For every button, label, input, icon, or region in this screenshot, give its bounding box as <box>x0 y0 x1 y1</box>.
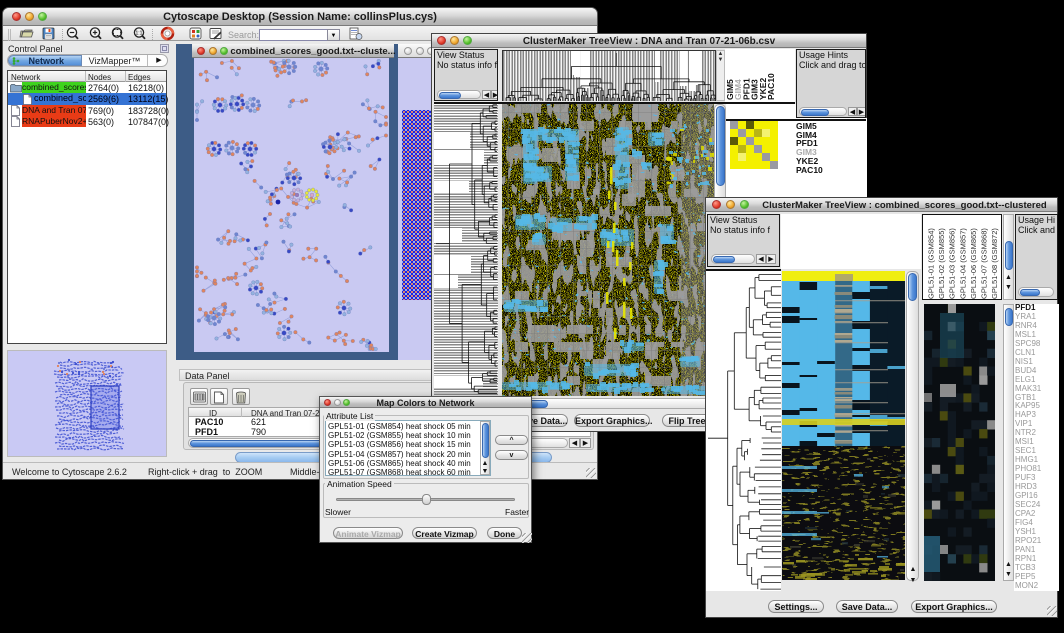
svg-text:GPL51-07 (GSM868): GPL51-07 (GSM868) <box>980 228 989 299</box>
svg-text:GPL51-02 (GSM855): GPL51-02 (GSM855) <box>937 228 946 299</box>
svg-text:GPL51-08 (GSM872): GPL51-08 (GSM872) <box>990 228 999 299</box>
svg-text:1:1: 1:1 <box>136 31 143 37</box>
svg-text:GPL51-06 (GSM865): GPL51-06 (GSM865) <box>969 228 978 299</box>
svg-text:GPL51-01 (GSM854): GPL51-01 (GSM854) <box>927 228 936 299</box>
svg-text:PAC10: PAC10 <box>766 73 776 100</box>
svg-text:GPL51-04 (GSM857): GPL51-04 (GSM857) <box>958 228 967 299</box>
svg-text:GPL51-03 (GSM856): GPL51-03 (GSM856) <box>948 228 957 299</box>
